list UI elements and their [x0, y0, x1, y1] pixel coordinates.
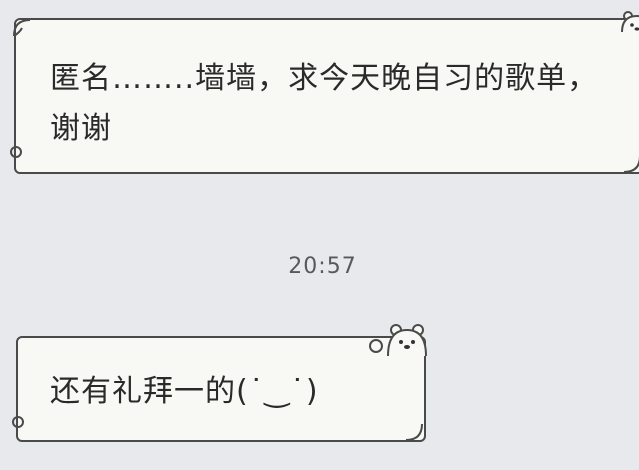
message-timestamp: 20:57	[288, 254, 357, 279]
curl-corner-icon	[10, 146, 22, 158]
message-text: 还有礼拜一的(˙‿˙)	[50, 374, 319, 409]
curl-corner-icon	[405, 423, 423, 441]
bear-sticker-icon	[621, 11, 639, 33]
message-text: 匿名……..墙墙，求今天晚自习的歌单，谢谢	[50, 61, 599, 146]
message-bubble[interactable]: 还有礼拜一的(˙‿˙)	[12, 324, 427, 442]
curl-corner-icon	[13, 19, 31, 37]
curl-corner-icon	[12, 416, 24, 428]
bear-sticker-icon	[369, 324, 427, 357]
message-bubble[interactable]: 匿名……..墙墙，求今天晚自习的歌单，谢谢	[10, 11, 639, 174]
curl-corner-icon	[623, 155, 639, 173]
chat-view: 匿名……..墙墙，求今天晚自习的歌单，谢谢 20:57 还有礼拜一的(˙‿˙)	[0, 0, 639, 470]
